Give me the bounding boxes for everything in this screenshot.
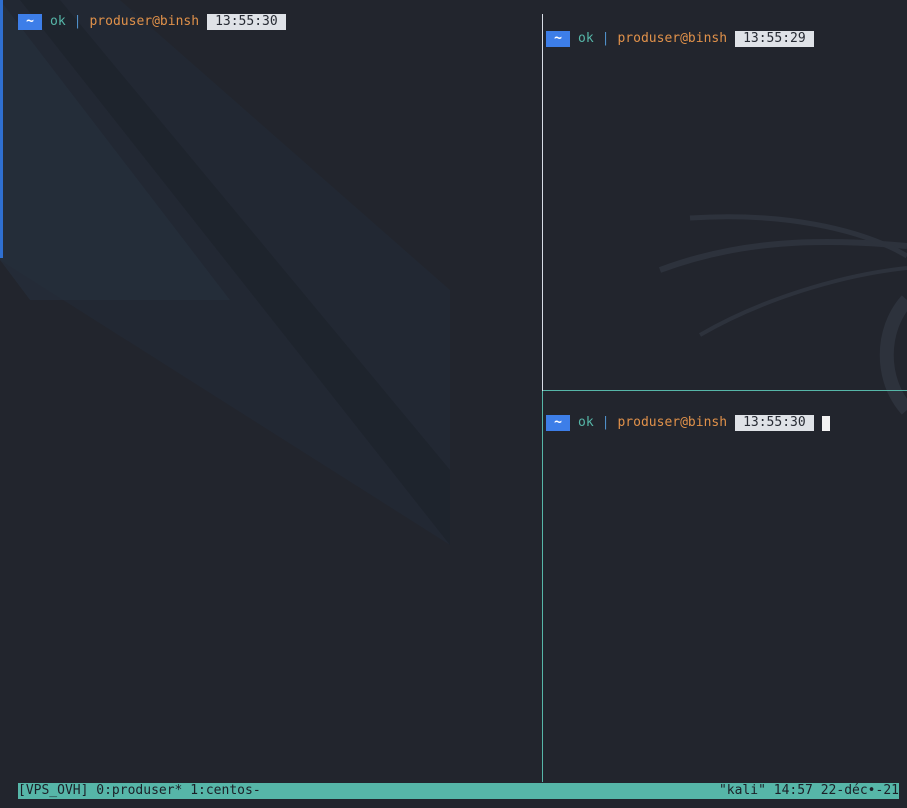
- pane-divider-vertical[interactable]: [542, 14, 543, 391]
- status-left: [VPS_OVH] 0:produser* 1:centos-: [18, 783, 261, 799]
- user-host: produser@binsh: [617, 31, 728, 46]
- status-clock: 14:57: [773, 783, 813, 798]
- exit-status: ok: [50, 14, 66, 29]
- prompt-top-right: ~ ok | produser@binsh 13:55:29: [546, 31, 814, 47]
- prompt-bottom-right: ~ ok | produser@binsh 13:55:30: [546, 415, 830, 431]
- terminal-pane-bottom-right[interactable]: [543, 391, 907, 782]
- pane-divider-vertical-active[interactable]: [542, 391, 543, 782]
- window-tab-1[interactable]: 1:centos-: [190, 783, 260, 798]
- prompt-time: 13:55:30: [207, 14, 286, 30]
- prompt-time: 13:55:30: [735, 415, 814, 431]
- user-host: produser@binsh: [617, 415, 728, 430]
- home-dir-badge: ~: [546, 31, 570, 47]
- text-cursor[interactable]: [821, 415, 830, 431]
- session-name[interactable]: [VPS_OVH]: [18, 783, 88, 798]
- prompt-separator: |: [73, 14, 82, 29]
- prompt-time: 13:55:29: [735, 31, 814, 47]
- pane-divider-horizontal[interactable]: [543, 390, 907, 391]
- home-dir-badge: ~: [546, 415, 570, 431]
- prompt-separator: |: [601, 415, 610, 430]
- exit-status: ok: [578, 31, 594, 46]
- status-right: "kali" 14:57 22-déc•-21: [719, 783, 899, 799]
- status-date: 22-déc•-21: [820, 783, 899, 798]
- user-host: produser@binsh: [89, 14, 200, 29]
- window-tab-0[interactable]: 0:produser*: [96, 783, 182, 798]
- tmux-status-bar: [VPS_OVH] 0:produser* 1:centos- "kali" 1…: [18, 783, 899, 799]
- status-hostname: "kali": [718, 783, 766, 798]
- prompt-left: ~ ok | produser@binsh 13:55:30: [18, 14, 286, 30]
- terminal-pane-top-right[interactable]: [543, 0, 907, 390]
- exit-status: ok: [578, 415, 594, 430]
- home-dir-badge: ~: [18, 14, 42, 30]
- prompt-separator: |: [601, 31, 610, 46]
- terminal-pane-left[interactable]: [0, 0, 542, 782]
